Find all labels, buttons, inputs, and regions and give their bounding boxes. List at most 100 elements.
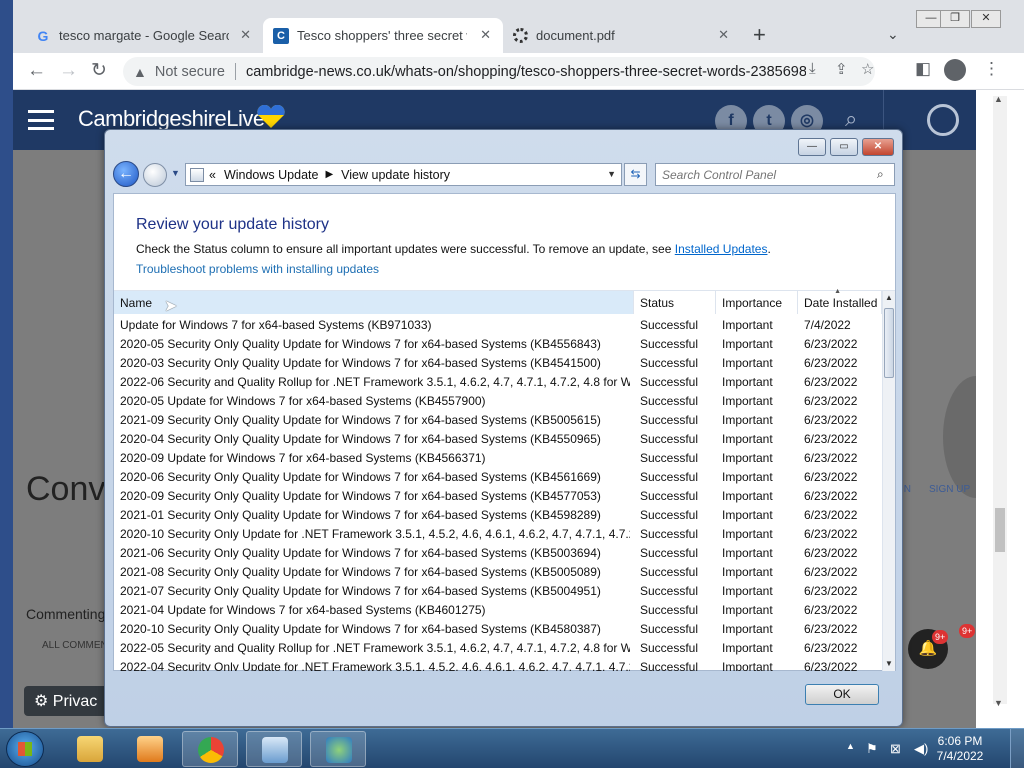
install-icon[interactable]: ⤓ [809, 60, 816, 77]
close-icon[interactable]: ✕ [240, 27, 251, 43]
all-comments-tab[interactable]: ALL COMMEN [42, 640, 108, 651]
page-scrollbar[interactable]: ▲ ▼ [976, 90, 1024, 728]
table-row[interactable]: 2022-05 Security and Quality Rollup for … [114, 638, 882, 657]
scroll-down-arrow-icon[interactable]: ▼ [994, 698, 1003, 708]
side-panel-icon[interactable]: ◧ [915, 59, 931, 79]
column-header-importance[interactable]: Importance [716, 291, 798, 314]
taskbar-file-explorer[interactable] [62, 731, 118, 767]
security-status[interactable]: Not secure [155, 64, 225, 80]
breadcrumb-windows-update[interactable]: Windows Update [224, 168, 319, 182]
scroll-track[interactable] [993, 96, 1007, 704]
table-row[interactable]: 2021-09 Security Only Quality Update for… [114, 410, 882, 429]
file-explorer-icon [77, 736, 103, 762]
scroll-down-arrow-icon[interactable]: ▼ [885, 659, 893, 668]
table-row[interactable]: 2020-10 Security Only Update for .NET Fr… [114, 524, 882, 543]
divider [234, 63, 236, 80]
table-row[interactable]: 2020-05 Security Only Quality Update for… [114, 334, 882, 353]
recent-pages-chevron-icon[interactable]: ▼ [171, 168, 180, 178]
table-row[interactable]: 2020-03 Security Only Quality Update for… [114, 353, 882, 372]
close-window-button[interactable]: ✕ [971, 10, 1001, 28]
table-row[interactable]: 2020-06 Security Only Quality Update for… [114, 467, 882, 486]
search-input[interactable] [655, 163, 895, 186]
profile-avatar-icon[interactable] [944, 59, 966, 81]
column-header-name[interactable]: Name [114, 291, 634, 314]
table-row[interactable]: 2022-04 Security Only Update for .NET Fr… [114, 657, 882, 671]
address-bar[interactable]: ▲ Not secure cambridge-news.co.uk/whats-… [123, 57, 875, 86]
action-center-flag-icon[interactable]: ⚑ [866, 741, 878, 757]
update-importance: Important [722, 375, 773, 389]
scroll-up-arrow-icon[interactable]: ▲ [885, 293, 893, 302]
update-date: 6/23/2022 [804, 584, 858, 598]
update-date: 6/23/2022 [804, 394, 858, 408]
troubleshoot-link[interactable]: Troubleshoot problems with installing up… [136, 262, 379, 276]
taskbar-chrome[interactable] [182, 731, 238, 767]
maximize-button[interactable]: ▭ [830, 138, 858, 156]
column-header-date-installed[interactable]: Date Installed ▲ [798, 288, 882, 314]
tab-google-search[interactable]: G tesco margate - Google Search ✕ [25, 18, 263, 53]
tab-document-pdf[interactable]: document.pdf ✕ [503, 18, 741, 53]
forward-arrow-icon[interactable] [143, 163, 167, 187]
chevron-down-icon[interactable]: ▼ [607, 169, 616, 179]
update-name: 2022-04 Security Only Update for .NET Fr… [120, 660, 630, 671]
table-row[interactable]: 2021-07 Security Only Quality Update for… [114, 581, 882, 600]
table-row[interactable]: 2021-08 Security Only Quality Update for… [114, 562, 882, 581]
close-window-button[interactable]: ✕ [862, 138, 894, 156]
taskbar-media-player[interactable] [122, 731, 178, 767]
table-row[interactable]: 2021-01 Security Only Quality Update for… [114, 505, 882, 524]
breadcrumb-overflow-icon[interactable]: « [209, 168, 216, 182]
breadcrumb[interactable]: « Windows Update ▶ View update history ▼ [185, 163, 622, 186]
table-row[interactable]: 2020-09 Update for Windows 7 for x64-bas… [114, 448, 882, 467]
table-row[interactable]: 2021-06 Security Only Quality Update for… [114, 543, 882, 562]
breadcrumb-view-update-history[interactable]: View update history [341, 168, 450, 182]
table-row[interactable]: 2020-04 Security Only Quality Update for… [114, 429, 882, 448]
volume-icon[interactable]: ◀) [914, 741, 928, 757]
taskbar-windows-update[interactable] [310, 731, 366, 767]
search-icon[interactable]: ⌕ [877, 167, 884, 182]
show-desktop-button[interactable] [1010, 729, 1024, 768]
bookmark-star-icon[interactable]: ☆ [861, 60, 874, 78]
network-icon[interactable]: ⊠ [890, 741, 901, 757]
table-row[interactable]: 2021-04 Update for Windows 7 for x64-bas… [114, 600, 882, 619]
tab-search-chevron-icon[interactable]: ⌄ [887, 26, 899, 43]
close-icon[interactable]: ✕ [480, 27, 491, 43]
installed-updates-link[interactable]: Installed Updates [675, 242, 768, 256]
sign-up-link[interactable]: SIGN UP [929, 484, 970, 495]
control-panel-icon [190, 167, 204, 182]
ok-button[interactable]: OK [805, 684, 879, 705]
hamburger-menu-icon[interactable] [28, 110, 54, 130]
start-button[interactable] [6, 731, 44, 767]
close-icon[interactable]: ✕ [718, 27, 729, 43]
minimize-button[interactable]: — [798, 138, 826, 156]
update-importance: Important [722, 584, 773, 598]
reload-icon[interactable]: ↻ [91, 59, 107, 83]
show-hidden-icons-chevron-icon[interactable]: ▲ [846, 741, 855, 751]
table-row[interactable]: 2022-06 Security and Quality Rollup for … [114, 372, 882, 391]
scroll-up-arrow-icon[interactable]: ▲ [994, 94, 1003, 104]
update-name: 2020-03 Security Only Quality Update for… [120, 356, 601, 370]
forward-arrow-icon[interactable]: → [59, 59, 78, 83]
update-importance: Important [722, 432, 773, 446]
scroll-thumb[interactable] [995, 508, 1005, 552]
refresh-icon[interactable]: ⇆ [624, 163, 647, 186]
account-icon[interactable] [927, 104, 959, 136]
tab-title: tesco margate - Google Search [59, 28, 229, 43]
restore-button[interactable]: ❐ [940, 10, 970, 28]
column-header-status[interactable]: Status [634, 291, 716, 314]
share-icon[interactable]: ⇪ [835, 60, 848, 78]
new-tab-button[interactable]: + [753, 24, 766, 46]
list-scrollbar[interactable]: ▲ ▼ [882, 291, 895, 671]
url-text[interactable]: cambridge-news.co.uk/whats-on/shopping/t… [246, 64, 806, 80]
scroll-thumb[interactable] [884, 308, 894, 378]
menu-dots-icon[interactable]: ⋮ [983, 59, 1000, 79]
tab-cambridge-news[interactable]: C Tesco shoppers' three secret words ✕ [263, 18, 503, 53]
back-arrow-icon[interactable]: ← [113, 161, 139, 187]
back-arrow-icon[interactable]: ← [27, 59, 46, 83]
taskbar-control-panel[interactable] [246, 731, 302, 767]
chevron-right-icon[interactable]: ▶ [325, 169, 333, 180]
system-clock[interactable]: 6:06 PM 7/4/2022 [930, 734, 990, 764]
table-row[interactable]: 2020-09 Security Only Quality Update for… [114, 486, 882, 505]
table-row[interactable]: Update for Windows 7 for x64-based Syste… [114, 315, 882, 334]
table-row[interactable]: 2020-05 Update for Windows 7 for x64-bas… [114, 391, 882, 410]
update-importance: Important [722, 641, 773, 655]
table-row[interactable]: 2020-10 Security Only Quality Update for… [114, 619, 882, 638]
